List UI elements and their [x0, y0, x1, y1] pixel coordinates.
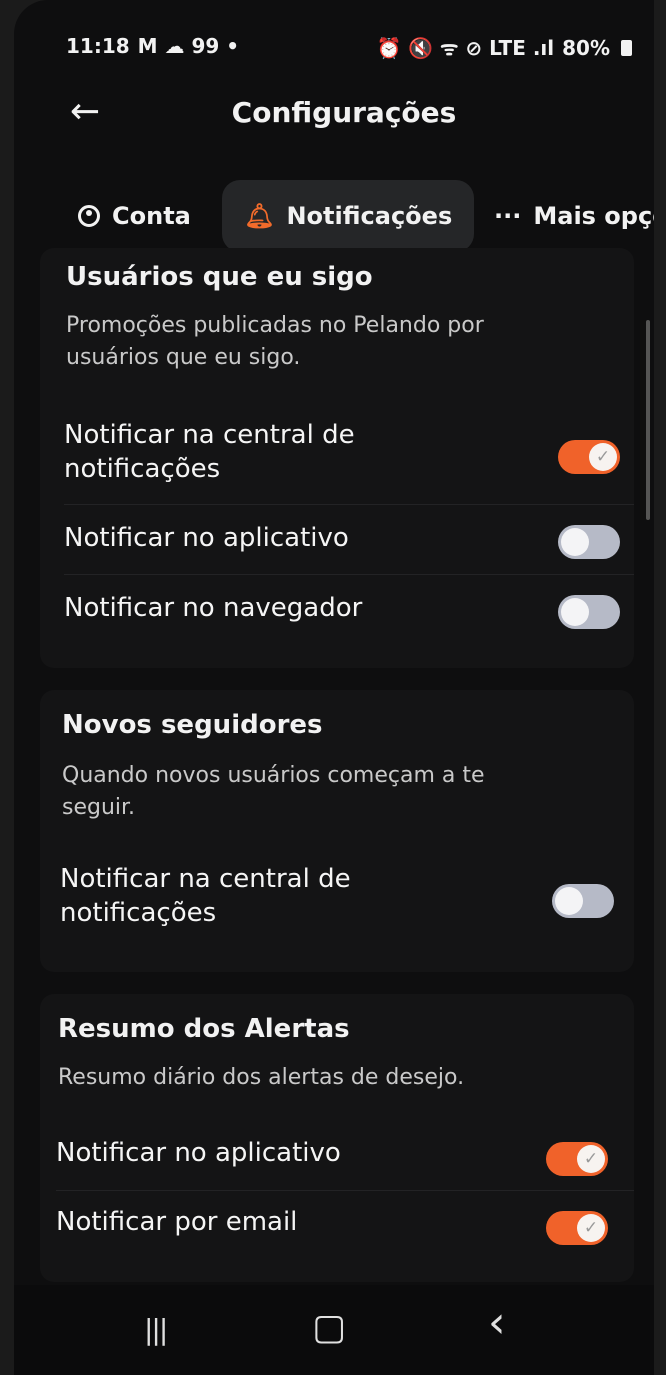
setting-label: Notificar no aplicativo	[56, 1138, 341, 1168]
tab-label: Conta	[112, 202, 191, 230]
clock: 11:18	[66, 34, 130, 58]
toggle-switch-on[interactable]	[546, 1211, 608, 1245]
tab-label: Notificações	[286, 202, 453, 230]
section-description: Resumo diário dos alertas de desejo.	[58, 1065, 465, 1090]
toggle-switch-on[interactable]	[558, 440, 620, 474]
section-description: Promoções publicadas no Pelando por usuá…	[66, 313, 484, 370]
section-title: Resumo dos Alertas	[58, 1014, 350, 1044]
section-title: Novos seguidores	[62, 710, 323, 740]
setting-row: Notificar na central de notificações	[64, 408, 634, 504]
system-icons: ⏰ 🔇 ᯤ ⊘ LTE .ıl	[376, 36, 555, 60]
status-right: ⏰ 🔇 ᯤ ⊘ LTE .ıl 80%	[376, 34, 632, 61]
home-icon[interactable]: ▢	[312, 1307, 346, 1348]
setting-label: Notificar na central de notificações	[64, 420, 355, 484]
recents-icon[interactable]: |||	[144, 1313, 168, 1346]
setting-label: Notificar no navegador	[64, 593, 363, 623]
setting-row: Notificar no aplicativo	[56, 1120, 634, 1190]
tab-conta[interactable]: Conta	[78, 180, 191, 252]
notification-icons: M ☁ 99 •	[137, 34, 240, 58]
section-title: Usuários que eu sigo	[66, 262, 373, 292]
section-resumo-dos-alertas: Resumo dos Alertas Resumo diário dos ale…	[40, 994, 634, 1282]
status-bar: 11:18 M ☁ 99 • ⏰ 🔇 ᯤ ⊘ LTE .ıl 80%	[66, 34, 632, 64]
battery-level: 80%	[562, 35, 610, 60]
toggle-switch-off[interactable]	[558, 595, 620, 629]
phone-screen: 11:18 M ☁ 99 • ⏰ 🔇 ᯤ ⊘ LTE .ıl 80% ← Con…	[14, 0, 654, 1375]
setting-label: Notificar no aplicativo	[64, 523, 349, 553]
tab-mais-opcoes[interactable]: ··· Mais opçõ	[494, 180, 654, 252]
bell-icon: 🔔︎	[244, 202, 275, 230]
setting-label: Notificar por email	[56, 1207, 298, 1237]
toggle-switch-off[interactable]	[558, 525, 620, 559]
section-novos-seguidores: Novos seguidores Quando novos usuários c…	[40, 690, 634, 972]
tab-label: Mais opçõ	[533, 202, 654, 230]
status-left: 11:18 M ☁ 99 •	[66, 34, 239, 58]
setting-row: Notificar no aplicativo	[64, 504, 634, 575]
section-description: Quando novos usuários começam a te segui…	[62, 763, 485, 820]
setting-label: Notificar na central de notificações	[60, 864, 351, 928]
section-usuarios-que-sigo: Usuários que eu sigo Promoções publicada…	[40, 248, 634, 668]
battery-icon	[621, 39, 632, 56]
system-nav-bar: ||| ▢ ‹	[14, 1285, 654, 1375]
scrollbar[interactable]	[646, 320, 650, 520]
tab-notificacoes[interactable]: 🔔︎ Notificações	[222, 180, 475, 252]
toggle-switch-on[interactable]	[546, 1142, 608, 1176]
page-title: Configurações	[231, 96, 457, 129]
setting-row: Notificar por email	[56, 1190, 634, 1261]
tab-bar: Conta 🔔︎ Notificações ··· Mais opçõ	[64, 180, 654, 252]
toggle-switch-off[interactable]	[552, 884, 614, 918]
user-circle-icon	[78, 205, 100, 227]
setting-row: Notificar no navegador	[64, 574, 634, 645]
setting-row: Notificar na central de notificações	[60, 850, 634, 960]
more-dots-icon: ···	[494, 202, 522, 230]
back-nav-icon[interactable]: ‹	[488, 1297, 506, 1348]
